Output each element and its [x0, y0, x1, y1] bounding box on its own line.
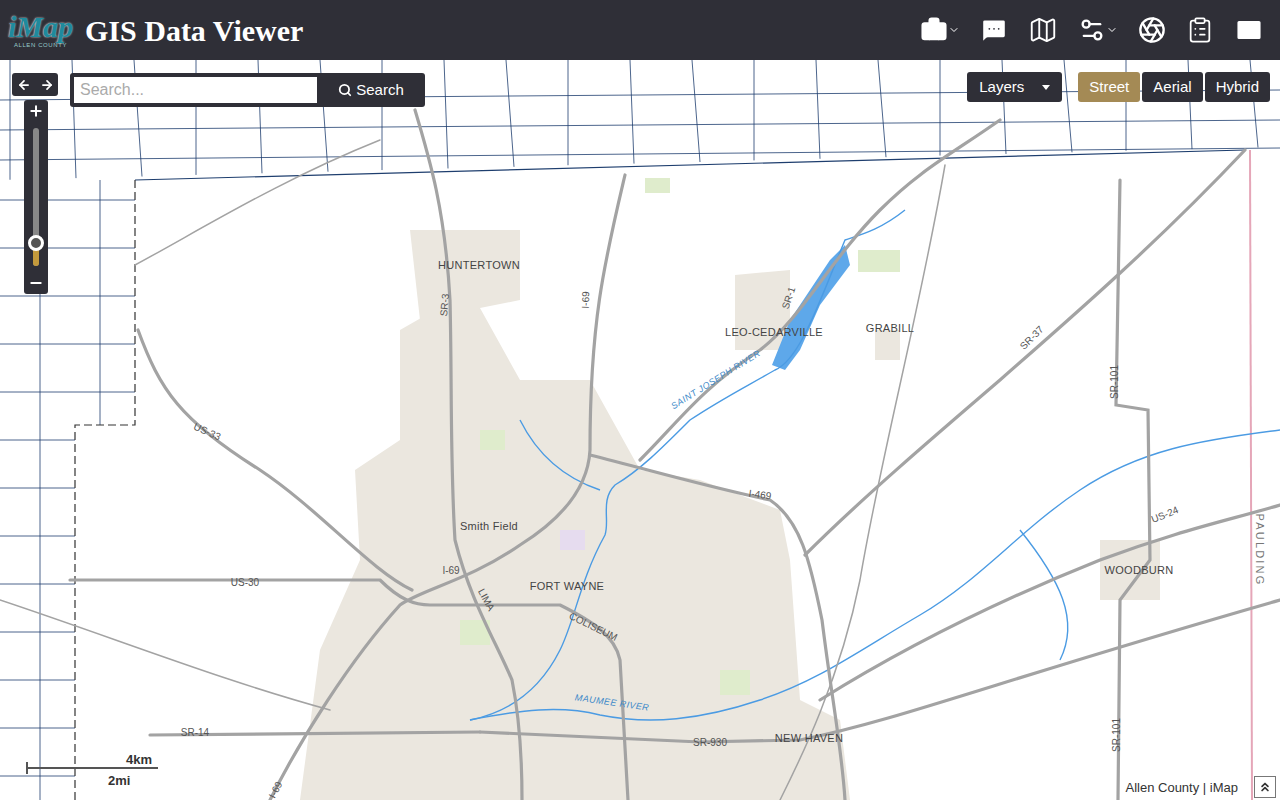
imap-logo[interactable]: iMapALLEN COUNTY	[8, 12, 73, 48]
zoom-control	[24, 100, 48, 294]
clipboard-icon[interactable]	[1186, 16, 1214, 44]
brand: iMapALLEN COUNTY GIS Data Viewer	[8, 8, 303, 53]
attribution: Allen County | iMap	[1122, 778, 1243, 798]
road-label: US-33	[192, 422, 222, 443]
help-icon[interactable]	[1138, 16, 1166, 44]
zoom-out-button[interactable]	[24, 272, 48, 294]
forward-arrow-icon[interactable]	[40, 78, 54, 92]
search-input[interactable]	[74, 77, 317, 103]
place-label: HUNTERTOWN	[438, 260, 520, 271]
map-icon[interactable]	[1028, 15, 1058, 45]
header-tools	[920, 15, 1264, 45]
basemap-button[interactable]: Street	[1078, 72, 1140, 102]
place-label: NEW HAVEN	[775, 733, 843, 744]
scale-bar: 4km2mi	[24, 750, 164, 790]
basemap-button[interactable]: Hybrid	[1205, 72, 1270, 102]
road-label: SR-101	[1112, 718, 1122, 752]
road-label: I-69	[442, 566, 459, 576]
road-label: SR-14	[181, 728, 209, 738]
road-label: I-69	[581, 291, 592, 309]
map-canvas[interactable]	[0, 60, 1280, 800]
place-label: LEO-CEDARVILLE	[725, 327, 823, 338]
minus-icon[interactable]	[28, 275, 44, 291]
history-nav	[12, 73, 58, 96]
magnifier-icon[interactable]	[338, 83, 352, 97]
header-bar: iMapALLEN COUNTY GIS Data Viewer	[0, 0, 1280, 60]
collapse-button[interactable]	[1254, 776, 1276, 798]
caret-icon[interactable]	[1042, 85, 1050, 90]
mail-icon[interactable]	[1234, 15, 1264, 45]
caret-icon[interactable]	[948, 24, 960, 36]
place-label: WOODBURN	[1105, 565, 1174, 576]
double-up-icon[interactable]	[1258, 780, 1272, 794]
gis-viewer: iMapALLEN COUNTY GIS Data Viewer HUNTERTOW…	[0, 0, 1280, 800]
road-label: SR-101	[1110, 365, 1120, 399]
briefcase-icon[interactable]	[920, 16, 948, 44]
layers-button[interactable]: Layers	[967, 72, 1062, 102]
search-bar: Search	[70, 73, 425, 107]
map-area[interactable]: HUNTERTOWN LEO-CEDARVILLE GRABILL Smith Fie…	[0, 60, 1280, 800]
place-label: FORT WAYNE	[530, 581, 604, 592]
place-label: Smith Field	[460, 521, 518, 532]
measure-button[interactable]	[1078, 16, 1118, 44]
plus-icon[interactable]	[28, 103, 44, 119]
caret-icon[interactable]	[1106, 24, 1118, 36]
county-label: PAULDING	[1254, 513, 1265, 586]
zoom-slider[interactable]	[24, 122, 48, 272]
zoom-knob[interactable]	[28, 235, 44, 251]
road-label: I-69	[268, 780, 285, 800]
back-arrow-icon[interactable]	[17, 78, 31, 92]
road-label: SR-930	[693, 738, 727, 748]
river-label: SAINT JOSEPH RIVER	[670, 349, 762, 411]
road-label: US-30	[231, 578, 259, 588]
tools-button[interactable]	[920, 16, 960, 44]
road-label: SR-3	[439, 293, 451, 317]
measure-icon[interactable]	[1078, 16, 1106, 44]
place-label: GRABILL	[866, 323, 914, 334]
road-label: US-24	[1150, 505, 1180, 525]
basemap-button[interactable]: Aerial	[1142, 72, 1202, 102]
basemap-switch: StreetAerialHybrid	[1078, 72, 1270, 102]
app-title: GIS Data Viewer	[85, 8, 303, 53]
road-label: SR-37	[1018, 324, 1045, 351]
scale-imperial: 2mi	[108, 771, 130, 791]
comment-icon[interactable]	[980, 16, 1008, 44]
zoom-in-button[interactable]	[24, 100, 48, 122]
search-button[interactable]: Search	[317, 79, 425, 102]
map-toolbar: Layers StreetAerialHybrid	[967, 72, 1270, 102]
